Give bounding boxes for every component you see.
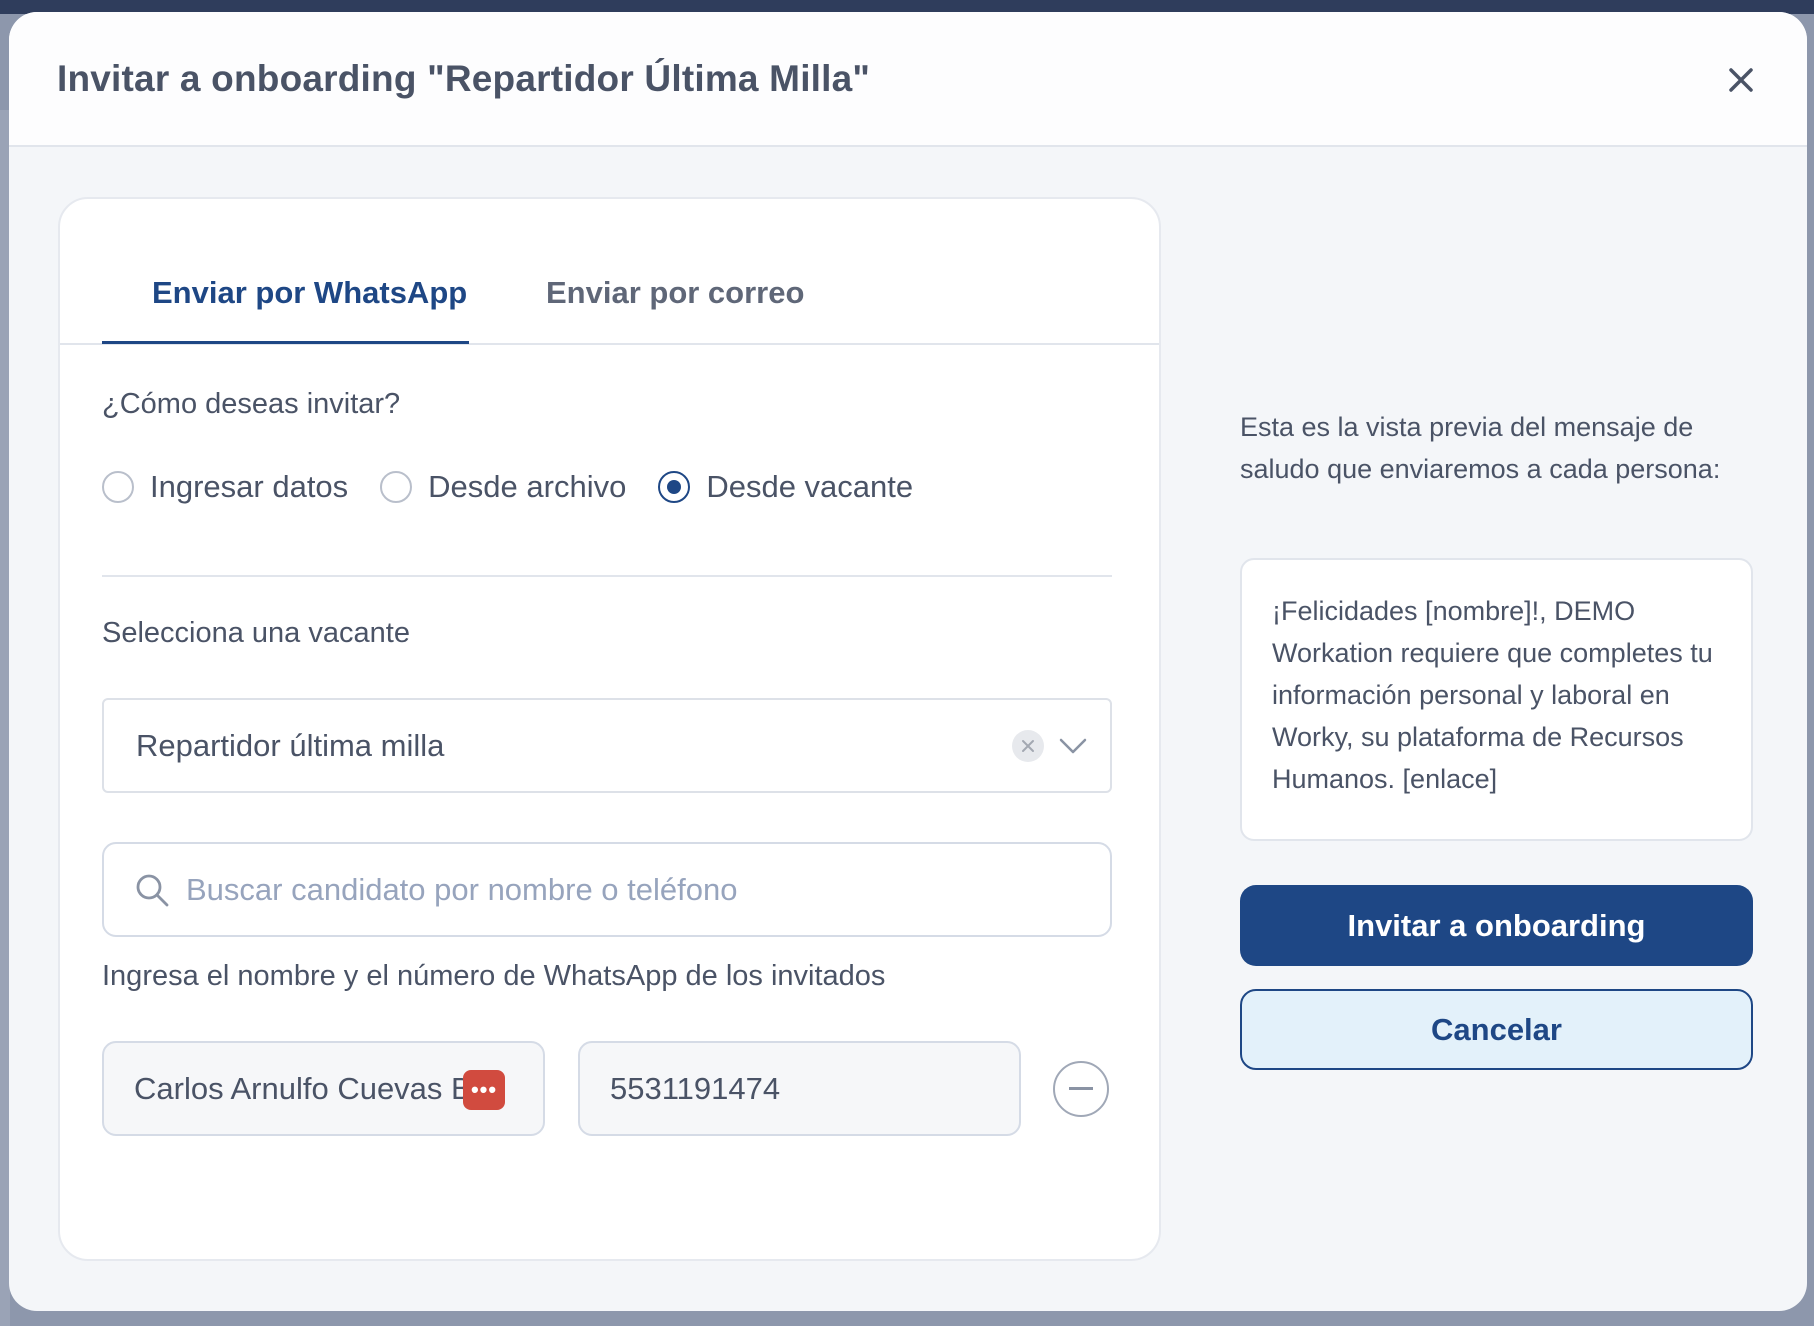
vacancy-label: Selecciona una vacante <box>102 617 410 649</box>
guest-phone-field[interactable] <box>578 1041 1021 1136</box>
vacancy-select[interactable]: Repartidor última milla <box>102 698 1112 793</box>
radio-unchecked-icon <box>102 471 134 503</box>
clear-selection-icon[interactable] <box>1012 729 1044 762</box>
radio-checked-icon <box>658 471 691 503</box>
invite-method-question: ¿Cómo deseas invitar? <box>102 388 401 420</box>
tab-email[interactable]: Enviar por correo <box>546 275 804 311</box>
radio-desde-vacante[interactable]: Desde vacante <box>658 469 913 505</box>
send-channel-tabs: Enviar por WhatsApp Enviar por correo <box>60 199 1159 345</box>
modal-header: Invitar a onboarding "Repartidor Última … <box>9 12 1807 147</box>
more-options-icon[interactable]: ••• <box>463 1070 505 1110</box>
invite-method-options: Ingresar datos Desde archivo Desde vacan… <box>102 469 945 505</box>
guest-name-input[interactable] <box>134 1070 514 1107</box>
radio-desde-archivo[interactable]: Desde archivo <box>380 469 626 505</box>
guests-label: Ingresa el nombre y el número de WhatsAp… <box>102 960 886 992</box>
guest-row: ••• <box>102 1041 1109 1136</box>
minus-icon <box>1069 1087 1093 1090</box>
search-icon <box>136 874 169 906</box>
radio-label: Ingresar datos <box>150 469 349 504</box>
invite-onboarding-modal: Invitar a onboarding "Repartidor Última … <box>9 12 1807 1311</box>
invite-onboarding-button[interactable]: Invitar a onboarding <box>1240 885 1753 966</box>
vacancy-selected-value: Repartidor última milla <box>136 727 445 763</box>
preview-intro: Esta es la vista previa del mensaje de s… <box>1240 412 1721 484</box>
radio-label: Desde archivo <box>428 469 627 504</box>
modal-title: Invitar a onboarding "Repartidor Última … <box>57 58 871 99</box>
cancel-button[interactable]: Cancelar <box>1240 989 1753 1070</box>
candidate-search <box>102 842 1112 937</box>
chevron-down-icon[interactable] <box>1058 731 1088 761</box>
tab-whatsapp[interactable]: Enviar por WhatsApp <box>152 275 467 311</box>
radio-ingresar-datos[interactable]: Ingresar datos <box>102 469 348 505</box>
invite-form-card: Enviar por WhatsApp Enviar por correo ¿C… <box>58 197 1161 1261</box>
radio-label: Desde vacante <box>706 469 914 504</box>
remove-guest-button[interactable] <box>1053 1060 1109 1117</box>
guest-name-field[interactable]: ••• <box>102 1041 545 1136</box>
active-tab-indicator <box>102 341 469 344</box>
close-button[interactable] <box>1719 58 1763 102</box>
message-preview: ¡Felicidades [nombre]!, DEMO Workation r… <box>1240 558 1753 841</box>
radio-unchecked-icon <box>380 471 413 503</box>
section-divider <box>102 575 1112 577</box>
candidate-search-input[interactable] <box>186 871 1086 908</box>
close-icon <box>1729 68 1753 92</box>
guest-phone-input[interactable] <box>610 1070 990 1107</box>
